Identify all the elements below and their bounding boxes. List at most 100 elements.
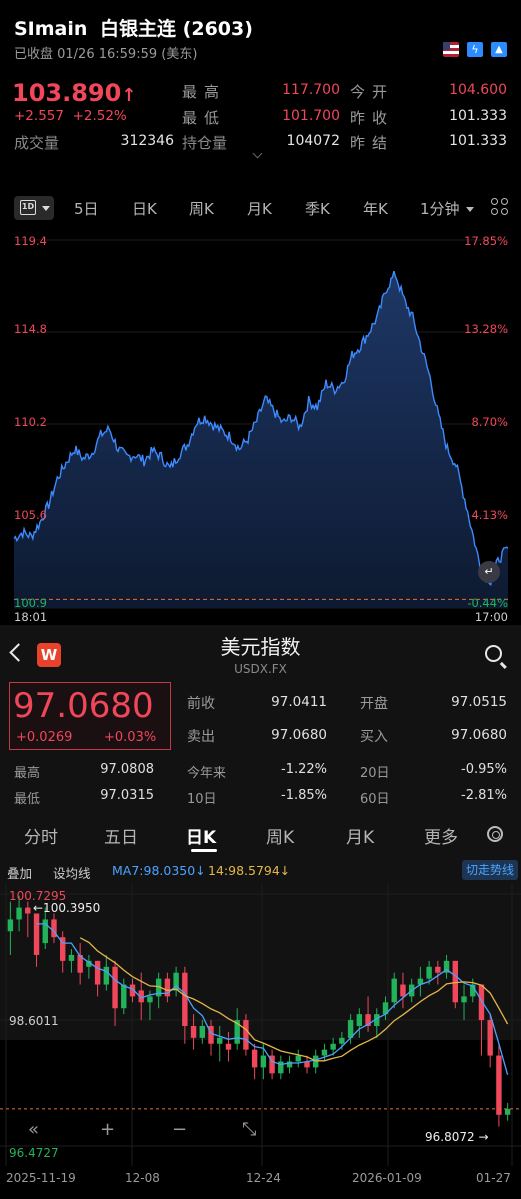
scroll-left-icon[interactable]: « [28,1119,39,1140]
tab-day-k[interactable]: 日K [132,198,157,219]
candle[interactable] [321,1049,328,1056]
candle[interactable] [251,1049,258,1068]
expand-chevron-icon[interactable] [252,148,263,159]
candle[interactable] [504,1108,511,1115]
k-low-mark: 96.8072 → [425,1130,489,1144]
settings-icon[interactable] [487,826,503,842]
tab-daily-k[interactable]: 日K [186,823,216,848]
tab-week-k[interactable]: 周K [189,198,214,219]
candle[interactable] [121,984,127,1009]
y-tick-left-3: 105.6 [14,508,47,522]
candle[interactable] [42,919,48,944]
tab-five-day[interactable]: 五日 [104,823,138,848]
calendar-1d-icon: 1D [20,200,36,215]
k-x-tick: 01-27 [476,1171,511,1185]
page-title: SImain 白银主连 (2603) [14,14,253,41]
candle[interactable] [225,1043,232,1050]
tab-monthly-k[interactable]: 月K [346,823,374,848]
candle[interactable] [199,1025,205,1038]
stat-value: 97.0515 [451,694,507,710]
stat-value: -2.81% [461,788,507,803]
candle[interactable] [391,978,397,1003]
x-tick-start: 18:01 [14,610,48,624]
stat-label: 60日 [360,792,390,807]
tab-month-k[interactable]: 月K [247,198,272,219]
us-flag-icon[interactable] [443,42,459,57]
stat-label: 开盘 [360,696,388,712]
tab-more[interactable]: 更多 [424,823,458,848]
candle[interactable] [496,1055,502,1115]
k-high-mark: ←100.3950 [33,901,101,915]
x-tick-end: 17:00 [474,610,508,624]
exchange-icon[interactable]: ▲ [491,42,507,57]
overlay-button[interactable]: 叠加 [7,863,32,882]
candle[interactable] [103,966,110,985]
candle[interactable] [94,960,101,985]
high-value: 117.700 [282,82,340,98]
candle[interactable] [313,1055,319,1068]
intraday-chart[interactable] [0,228,521,628]
candle[interactable] [260,1055,267,1068]
candle[interactable] [190,1025,197,1038]
usdx-title: 美元指数 [220,635,301,659]
y-tick-right-4: -0.44% [467,596,508,610]
candle[interactable] [217,1037,223,1044]
candle[interactable] [426,966,432,979]
fullscreen-icon[interactable]: ⤡ [242,1119,256,1140]
set-ma-button[interactable]: 设均线 [53,863,91,882]
candle[interactable] [330,1043,336,1050]
zoom-out-icon[interactable]: − [172,1119,187,1140]
caret-down-icon[interactable] [466,207,474,212]
tab-weekly-k[interactable]: 周K [266,823,294,848]
candle[interactable] [400,984,406,997]
candle[interactable] [478,984,485,1021]
zoom-in-icon[interactable]: + [100,1119,115,1140]
usdx-code: USDX.FX [234,662,287,676]
tab-5day[interactable]: 5日 [74,198,99,219]
candle[interactable] [16,907,22,920]
candle[interactable] [147,996,153,1003]
tab-indicator [191,849,217,852]
candle[interactable] [112,966,118,1009]
oi-label: 持仓量 [182,134,228,152]
y-tick-right-2: 8.70% [471,415,508,429]
settle-value: 101.333 [449,133,507,149]
kline-chart[interactable] [0,884,521,1166]
candle[interactable] [452,960,458,1003]
trend-line-button[interactable]: 切走势线 [462,860,518,880]
y-tick-left-4: 100.9 [14,596,47,610]
tab-1min[interactable]: 1分钟 [420,198,460,219]
y-tick-right-0: 17.85% [464,234,508,248]
symbol-code: SImain [14,18,88,40]
candle[interactable] [7,919,14,932]
candle[interactable] [356,1014,363,1026]
low-label: 最低 [182,109,227,127]
market-status: 已收盘 01/26 16:59:59 (美东) [14,47,198,62]
rewind-icon[interactable]: ↵ [478,561,500,583]
candle[interactable] [182,972,188,1026]
tab-year-k[interactable]: 年K [363,198,388,219]
candle[interactable] [461,996,467,1003]
candle[interactable] [68,954,75,961]
market-icons: ϟ ▲ [435,42,507,61]
y-tick-right-3: 4.13% [471,508,508,522]
more-periods-icon[interactable] [491,198,509,216]
candle[interactable] [25,907,31,914]
prev-close-label: 昨收 [350,109,395,127]
tab-intraday[interactable]: 分时 [24,823,58,848]
candle[interactable] [435,966,441,973]
symbol-name: 白银主连 (2603) [100,18,253,40]
stat-label: 卖出 [187,729,215,745]
high-label: 最高 [182,83,227,101]
candle[interactable] [339,1037,345,1044]
tab-quarter-k[interactable]: 季K [305,198,330,219]
candle[interactable] [295,1055,301,1062]
period-selector-1d[interactable]: 1D [14,196,54,220]
candle[interactable] [33,913,40,955]
open-value: 104.600 [449,82,507,98]
search-icon[interactable] [485,645,502,662]
candle[interactable] [243,1020,249,1050]
k-x-tick: 12-08 [125,1171,160,1185]
candle[interactable] [487,1020,493,1056]
lightning-icon[interactable]: ϟ [467,42,483,57]
